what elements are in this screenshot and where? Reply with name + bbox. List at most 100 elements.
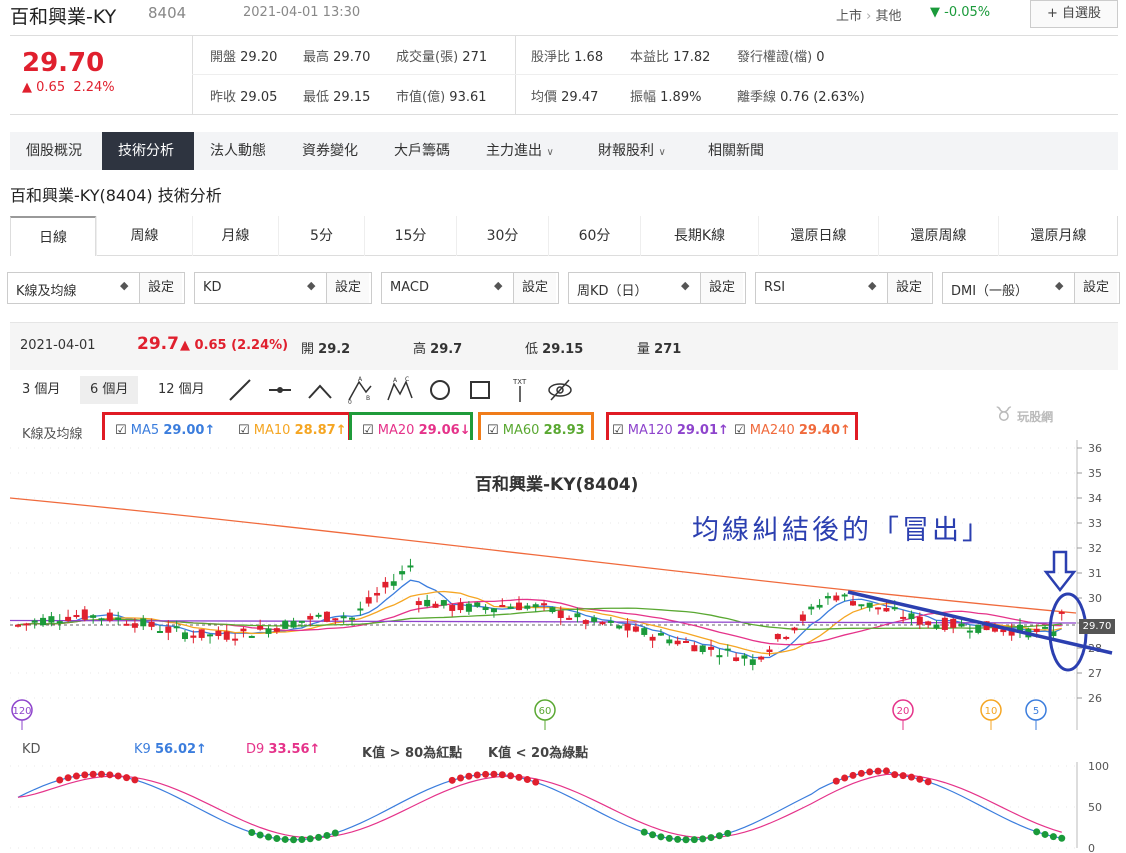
label: 振幅 [630,90,657,105]
market-label[interactable]: 上市 [836,9,862,24]
ray-tool-icon[interactable] [266,376,294,404]
updown-arrow-icon: ◆ [681,279,690,292]
value: 29.2 [318,342,351,357]
kd-red-dot [507,772,515,780]
period-tab-adj-monthly[interactable]: 還原月線 [998,216,1118,256]
kd-red-dot [72,772,80,780]
quote-divider [515,35,516,115]
candle-body [591,617,598,622]
d9-label: D9 [246,742,265,757]
tab-overview[interactable]: 個股概況 [10,132,98,170]
kd-green-dot [265,833,272,841]
text-tool-icon[interactable]: TXT [506,376,534,404]
price-chart[interactable]: 3635343332313029282726 1206020105 100500 [0,440,1126,853]
chevron-right-icon: › [866,9,872,24]
indicator-select-main[interactable]: K線及均線 ◆ 設定 [7,272,185,304]
candle-body [1033,628,1040,632]
settings-button[interactable]: 設定 [326,273,370,303]
settings-button[interactable]: 設定 [513,273,557,303]
candle-body [374,592,381,596]
ma60-legend[interactable]: ☑ MA60 28.93 [487,423,585,438]
kd-red-dot [866,768,874,776]
angle-tool-icon[interactable] [306,376,334,404]
settings-button[interactable]: 設定 [887,273,931,303]
period-tab-5min[interactable]: 5分 [278,216,364,256]
ma240-legend[interactable]: ☑ MA240 29.40↑ [734,423,851,438]
abc-pattern-icon[interactable]: A 0 B [346,376,374,404]
kd-note-red: K值 > 80為紅點 [362,746,463,761]
circle-tool-icon[interactable] [426,376,454,404]
range-6m-button[interactable]: 6 個月 [80,376,139,404]
tab-institutional[interactable]: 法人動態 [194,132,282,170]
period-tab-weekly[interactable]: 周線 [96,216,192,256]
add-watchlist-button[interactable]: + 自選股 [1030,0,1118,28]
price-axis-label: 36 [1088,442,1102,455]
period-tab-daily[interactable]: 日線 [10,216,96,256]
checkbox-icon[interactable]: ☑ [362,423,374,438]
checkbox-icon[interactable]: ☑ [734,423,746,438]
period-tab-30min[interactable]: 30分 [456,216,548,256]
value: 1.89% [660,90,702,105]
indicator-select-3[interactable]: 周KD（日） ◆ 設定 [568,272,746,304]
hide-drawings-icon[interactable] [546,376,574,404]
ma5-legend[interactable]: ☑ MA5 29.00↑ [115,423,215,438]
line-tool-icon[interactable] [226,376,254,404]
quote-avg: 均價 29.47 [531,86,598,105]
tab-margin[interactable]: 資券變化 [286,132,374,170]
select-label: DMI（一般） [951,284,1029,299]
indicator-select-2[interactable]: MACD ◆ 設定 [381,272,559,304]
category-label[interactable]: 其他 [876,9,902,24]
indicator-select-5[interactable]: DMI（一般） ◆ 設定 [942,272,1120,304]
quote-warrants: 發行權證(檔) 0 [737,46,825,65]
checkbox-icon[interactable]: ☑ [115,423,127,438]
period-tab-15min[interactable]: 15分 [364,216,456,256]
quote-datetime: 2021-04-01 13:30 [243,5,361,20]
quote-prev-close: 昨收 29.05 [210,86,277,105]
ma10-legend[interactable]: ☑ MA10 28.87↑ [238,423,347,438]
period-tab-monthly[interactable]: 月線 [192,216,278,256]
quote-divider [192,35,193,115]
tab-news[interactable]: 相關新聞 [692,132,780,170]
tab-main-force[interactable]: 主力進出 ∨ [470,132,570,170]
candle-body [958,623,965,627]
label: 低 [525,342,539,357]
indicator-select-1[interactable]: KD ◆ 設定 [194,272,372,304]
price-change-pct: 2.24% [73,80,115,95]
value: 29.7 [430,342,463,357]
candle-body [925,621,932,625]
indicator-select-4[interactable]: RSI ◆ 設定 [755,272,933,304]
abcd-pattern-icon[interactable]: AC [386,376,414,404]
ma120-legend[interactable]: ☑ MA120 29.01↑ [612,423,729,438]
tab-holders[interactable]: 大戶籌碼 [378,132,466,170]
checkbox-icon[interactable]: ☑ [612,423,624,438]
candle-body [858,604,865,607]
ma-marker-label: 60 [539,706,552,717]
ma20-legend[interactable]: ☑ MA20 29.06↓ [362,423,471,438]
kd-green-dot [1041,830,1049,838]
period-tab-adj-weekly[interactable]: 還原周線 [878,216,998,256]
kd-green-dot [273,835,281,843]
quote-pb: 股淨比 1.68 [531,46,603,65]
value: 0 [816,50,825,65]
period-tab-60min[interactable]: 60分 [548,216,640,256]
settings-button[interactable]: 設定 [1074,273,1118,303]
period-tab-long[interactable]: 長期K線 [640,216,758,256]
kd-red-dot [857,769,865,777]
period-tab-adj-daily[interactable]: 還原日線 [758,216,878,256]
candle-body [332,618,339,621]
rect-tool-icon[interactable] [466,376,494,404]
tab-technical[interactable]: 技術分析 [102,132,194,170]
candle-body [182,632,188,640]
checkbox-icon[interactable]: ☑ [487,423,499,438]
ohlc-date: 2021-04-01 [20,338,96,353]
ma-marker-label: 5 [1033,706,1039,717]
checkbox-icon[interactable]: ☑ [238,423,250,438]
settings-button[interactable]: 設定 [139,273,183,303]
candle-body [966,630,973,633]
range-12m-button[interactable]: 12 個月 [148,376,215,404]
settings-button[interactable]: 設定 [700,273,744,303]
ma-value: 29.01↑ [676,423,729,438]
label: 市值(億) [396,90,446,105]
range-3m-button[interactable]: 3 個月 [12,376,70,404]
tab-financials[interactable]: 財報股利 ∨ [582,132,682,170]
